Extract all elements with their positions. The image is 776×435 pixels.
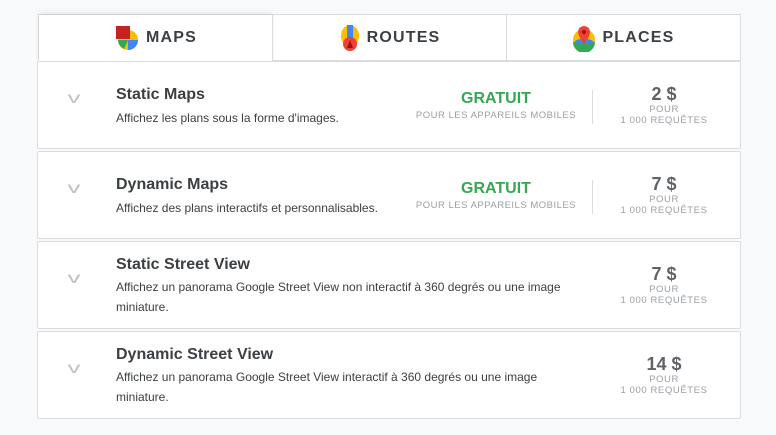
chevron-down-icon[interactable]: v	[68, 360, 81, 378]
free-sub: POUR LES APPAREILS MOBILES	[415, 200, 577, 211]
routes-icon	[340, 24, 359, 51]
price-per: POUR	[649, 194, 679, 205]
product-description: Affichez un panorama Google Street View …	[116, 280, 561, 314]
price: 2 $	[651, 84, 677, 104]
maps-icon	[115, 26, 138, 50]
divider	[592, 180, 593, 214]
tab-routes-label: ROUTES	[366, 28, 441, 46]
product-row-static-maps[interactable]: v Static Maps Affichez les plans sous la…	[37, 61, 741, 149]
price-unit: 1 000 REQUÊTES	[620, 205, 708, 216]
free-label: GRATUIT	[461, 90, 531, 107]
price-unit: 1 000 REQUÊTES	[620, 115, 708, 126]
product-row-dynamic-street-view[interactable]: v Dynamic Street View Affichez un panora…	[37, 331, 741, 419]
chevron-down-icon[interactable]: v	[68, 270, 81, 288]
price-per: POUR	[649, 104, 679, 115]
price-block: 7 $ POUR 1 000 REQUÊTES	[604, 264, 724, 306]
product-tabs: MAPS ROUTES PLACES	[38, 14, 741, 61]
product-title: Dynamic Street View	[116, 346, 274, 363]
tab-places[interactable]: PLACES	[506, 15, 740, 61]
price: 14 $	[646, 354, 682, 374]
price-block: 2 $ POUR 1 000 REQUÊTES	[604, 84, 724, 126]
chevron-down-icon[interactable]: v	[68, 180, 81, 198]
free-label: GRATUIT	[461, 180, 531, 197]
product-description: Affichez un panorama Google Street View …	[116, 370, 538, 404]
price-unit: 1 000 REQUÊTES	[620, 295, 708, 306]
product-title: Dynamic Maps	[116, 176, 229, 193]
tab-maps[interactable]: MAPS	[39, 15, 272, 61]
price-per: POUR	[649, 284, 679, 295]
product-row-static-street-view[interactable]: v Static Street View Affichez un panoram…	[37, 241, 741, 329]
product-title: Static Maps	[116, 86, 205, 103]
tab-maps-label: MAPS	[145, 29, 198, 46]
chevron-down-icon[interactable]: v	[68, 90, 81, 108]
places-icon	[573, 25, 596, 52]
price-block: 7 $ POUR 1 000 REQUÊTES	[604, 174, 724, 216]
free-sub: POUR LES APPAREILS MOBILES	[415, 110, 577, 121]
price: 7 $	[651, 174, 677, 194]
price-block: 14 $ POUR 1 000 REQUÊTES	[604, 354, 724, 396]
price-per: POUR	[649, 374, 679, 385]
product-title: Static Street View	[116, 256, 250, 273]
divider	[592, 90, 593, 124]
price: 7 $	[651, 264, 677, 284]
free-badge: GRATUIT POUR LES APPAREILS MOBILES	[408, 90, 584, 121]
free-badge: GRATUIT POUR LES APPAREILS MOBILES	[408, 180, 584, 211]
tab-places-label: PLACES	[602, 28, 675, 46]
tab-routes[interactable]: ROUTES	[272, 15, 506, 61]
product-row-dynamic-maps[interactable]: v Dynamic Maps Affichez des plans intera…	[37, 151, 741, 239]
price-unit: 1 000 REQUÊTES	[620, 385, 708, 396]
